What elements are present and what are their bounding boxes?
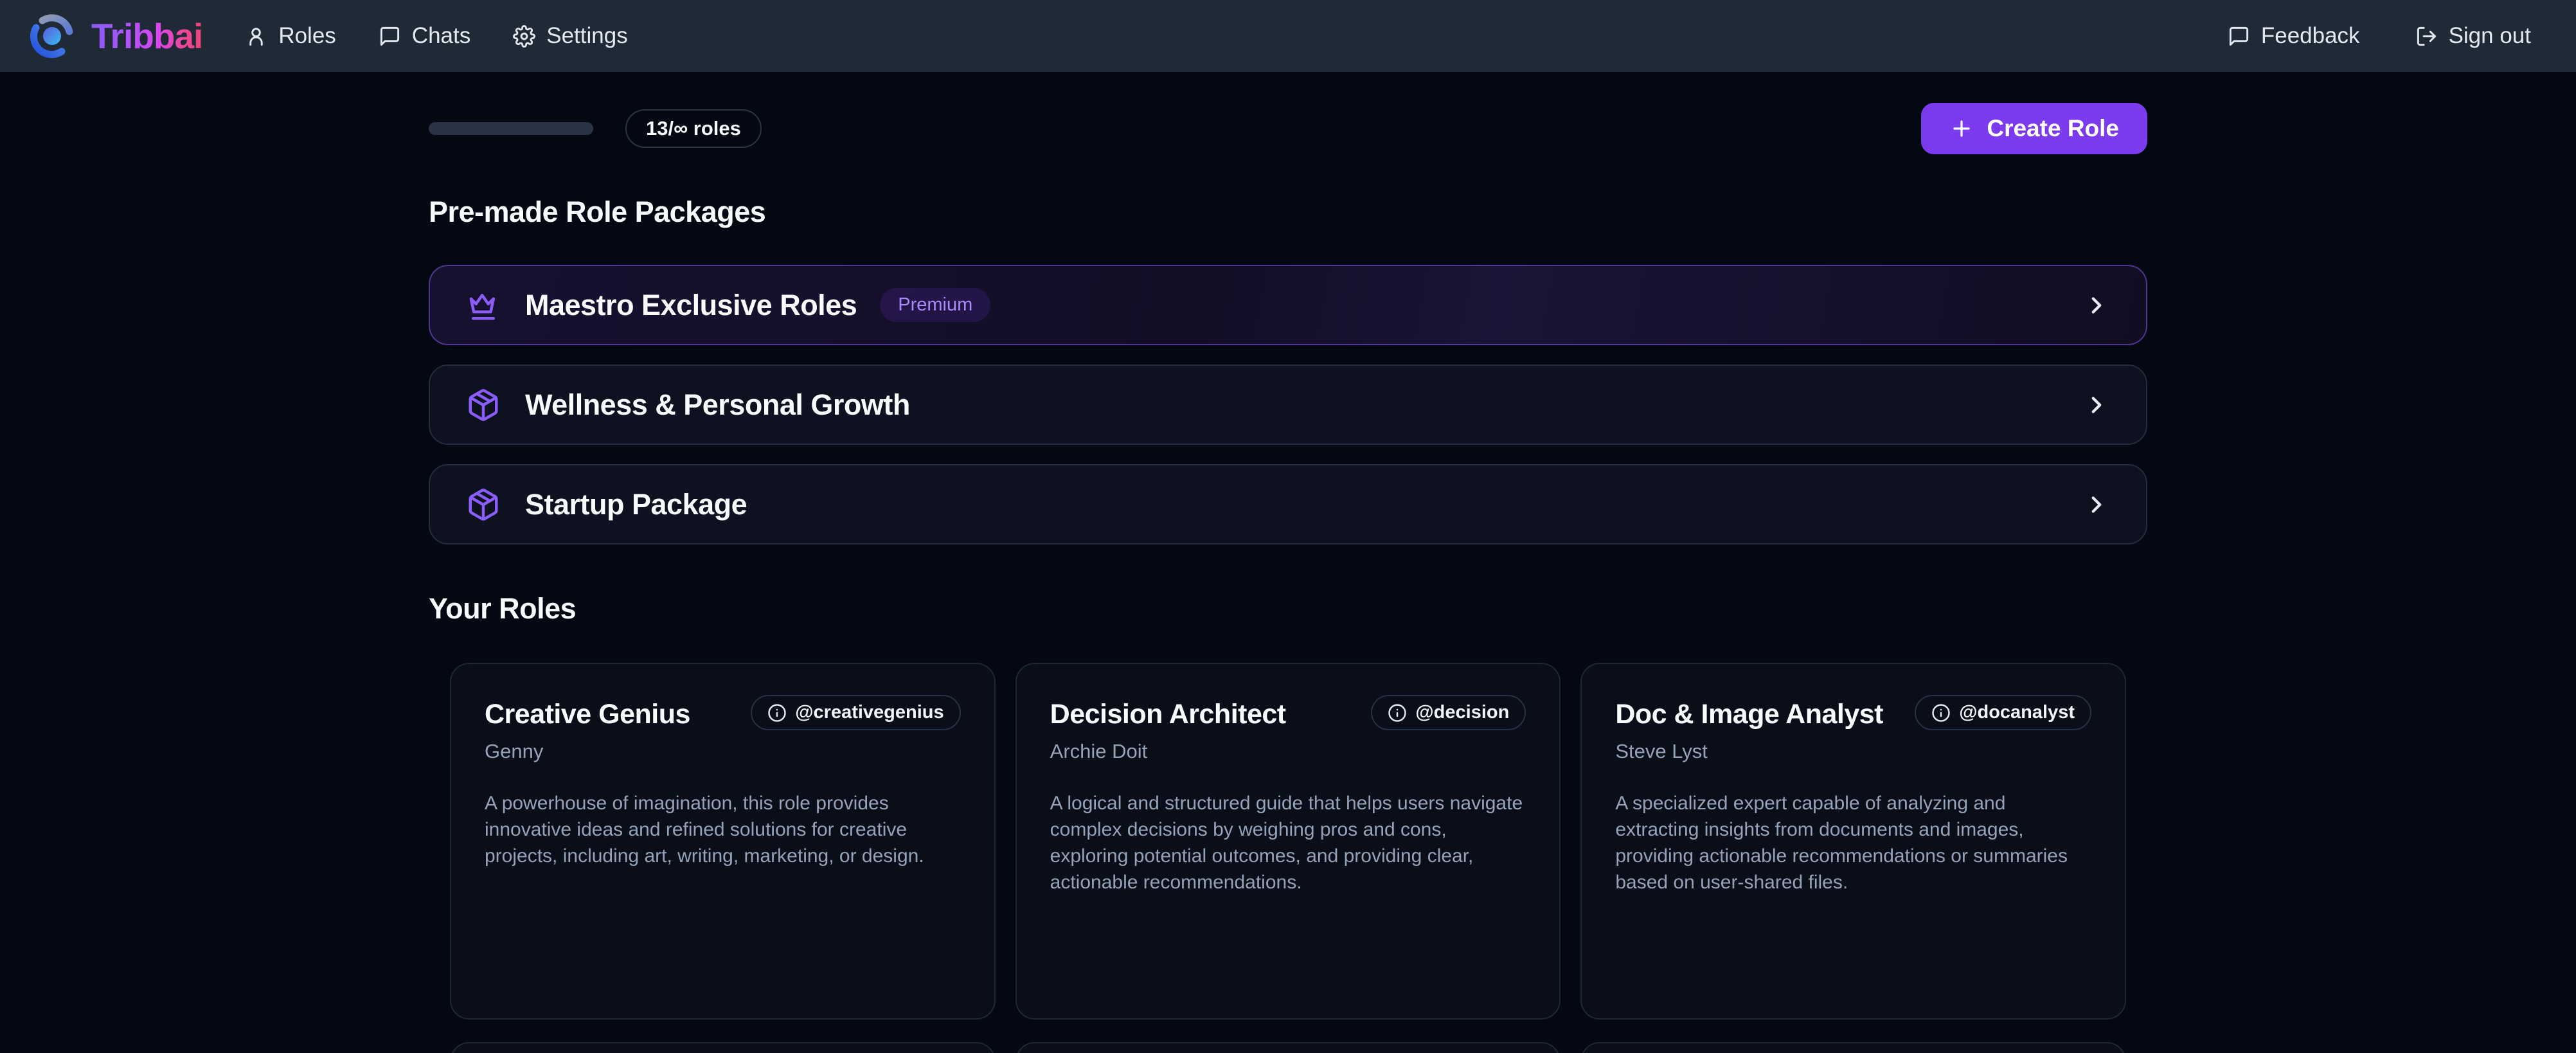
package-icon (466, 487, 501, 522)
info-icon (767, 703, 787, 723)
role-handle-badge[interactable]: @docanalyst (1915, 695, 2091, 730)
brand-logo[interactable]: Tribbai (28, 12, 202, 60)
packages-section-title: Pre-made Role Packages (429, 195, 2147, 229)
chevron-right-icon (2083, 491, 2110, 518)
role-description: A logical and structured guide that help… (1050, 790, 1526, 896)
main-nav: Roles Chats Settings (245, 23, 627, 49)
package-icon (466, 388, 501, 422)
sign-out-icon (2415, 25, 2438, 48)
role-title: Creative Genius (485, 695, 690, 730)
role-handle: @docanalyst (1959, 702, 2075, 723)
role-description: A specialized expert capable of analyzin… (1615, 790, 2091, 896)
role-card-doc-image-analyst[interactable]: Doc & Image Analyst @docanalyst Steve Ly… (1580, 663, 2126, 1020)
role-title: Doc & Image Analyst (1615, 695, 1883, 730)
header-right-nav: Feedback Sign out (2228, 23, 2531, 49)
premium-badge: Premium (880, 288, 990, 322)
role-card-decision-architect[interactable]: Decision Architect @decision Archie Doit… (1015, 663, 1561, 1020)
role-subtitle: Steve Lyst (1615, 740, 2091, 763)
packages-list: Maestro Exclusive Roles Premium Wellness… (429, 265, 2147, 544)
brand-name: Tribbai (91, 15, 202, 57)
feedback-icon (2228, 25, 2250, 48)
chevron-right-icon (2083, 392, 2110, 419)
create-role-button[interactable]: Create Role (1921, 103, 2147, 154)
feedback-button[interactable]: Feedback (2228, 23, 2360, 49)
nav-label: Sign out (2449, 23, 2531, 49)
card-header: Decision Architect @decision (1050, 695, 1526, 730)
package-title: Wellness & Personal Growth (525, 388, 910, 422)
package-row-maestro[interactable]: Maestro Exclusive Roles Premium (429, 265, 2147, 345)
role-subtitle: Genny (485, 740, 961, 763)
card-header: Creative Genius @creativegenius (485, 695, 961, 730)
role-title: Decision Architect (1050, 695, 1286, 730)
role-card-partial[interactable] (1015, 1042, 1561, 1053)
info-icon (1931, 703, 1951, 723)
tribbai-logo-icon (28, 12, 76, 60)
nav-item-roles[interactable]: Roles (245, 23, 335, 49)
create-role-label: Create Role (1987, 115, 2119, 142)
package-row-startup[interactable]: Startup Package (429, 464, 2147, 544)
roles-grid: Creative Genius @creativegenius Genny A … (450, 663, 2126, 1053)
plus-icon (1949, 116, 1974, 141)
chat-bubble-icon (379, 25, 401, 48)
package-title: Startup Package (525, 488, 747, 521)
role-handle-badge[interactable]: @creativegenius (751, 695, 960, 730)
crown-icon (466, 288, 501, 323)
role-handle: @decision (1415, 702, 1509, 723)
chevron-right-icon (2083, 292, 2110, 319)
card-header: Doc & Image Analyst @docanalyst (1615, 695, 2091, 730)
user-icon (245, 25, 267, 48)
roles-count-badge: 13/∞ roles (625, 109, 762, 148)
nav-label: Roles (278, 23, 335, 49)
role-card-partial[interactable] (1580, 1042, 2126, 1053)
your-roles-section-title: Your Roles (429, 592, 2147, 626)
role-card-partial[interactable] (450, 1042, 996, 1053)
roles-toolbar: 13/∞ roles Create Role (429, 103, 2147, 154)
roles-progress-bar (429, 122, 593, 135)
role-handle-badge[interactable]: @decision (1371, 695, 1526, 730)
nav-label: Settings (546, 23, 627, 49)
nav-item-chats[interactable]: Chats (379, 23, 470, 49)
gear-icon (513, 25, 535, 48)
role-description: A powerhouse of imagination, this role p… (485, 790, 961, 869)
sign-out-button[interactable]: Sign out (2415, 23, 2531, 49)
role-subtitle: Archie Doit (1050, 740, 1526, 763)
package-row-wellness[interactable]: Wellness & Personal Growth (429, 364, 2147, 445)
role-card-creative-genius[interactable]: Creative Genius @creativegenius Genny A … (450, 663, 996, 1020)
nav-label: Feedback (2261, 23, 2360, 49)
nav-item-settings[interactable]: Settings (513, 23, 627, 49)
app-header: Tribbai Roles Chats Settings Feedba (0, 0, 2576, 72)
package-title: Maestro Exclusive Roles (525, 289, 857, 322)
nav-label: Chats (412, 23, 470, 49)
role-handle: @creativegenius (795, 702, 944, 723)
main-content: 13/∞ roles Create Role Pre-made Role Pac… (429, 103, 2147, 1053)
info-icon (1388, 703, 1407, 723)
